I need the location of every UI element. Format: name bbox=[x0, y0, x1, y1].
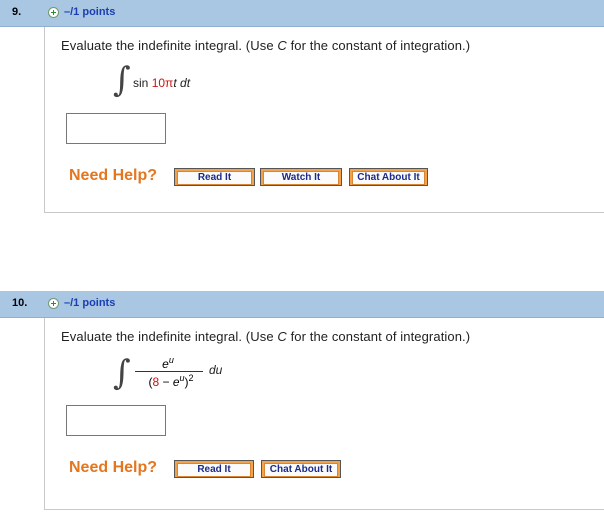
chat-about-it-button[interactable]: Chat About It bbox=[349, 168, 428, 186]
answer-input[interactable] bbox=[66, 113, 166, 144]
question-10-body: Evaluate the indefinite integral. (Use C… bbox=[44, 318, 604, 510]
chat-about-it-button[interactable]: Chat About It bbox=[261, 460, 341, 478]
fraction-numerator: eu bbox=[162, 355, 174, 371]
points-label: –/1 points bbox=[64, 297, 116, 309]
question-9-body: Evaluate the indefinite integral. (Use C… bbox=[44, 27, 604, 213]
integrand: sin 10πt dt bbox=[133, 76, 191, 90]
plus-circle-icon[interactable] bbox=[48, 298, 59, 309]
answer-input[interactable] bbox=[66, 405, 166, 436]
question-10-header: 10. –/1 points bbox=[0, 291, 604, 318]
question-prompt: Evaluate the indefinite integral. (Use C… bbox=[61, 38, 471, 53]
plus-circle-icon[interactable] bbox=[48, 7, 59, 18]
question-prompt: Evaluate the indefinite integral. (Use C… bbox=[61, 329, 471, 344]
fraction-bar bbox=[135, 371, 203, 372]
points-label: –/1 points bbox=[64, 6, 116, 18]
differential: du bbox=[209, 363, 223, 377]
read-it-button[interactable]: Read It bbox=[174, 168, 255, 186]
integral-sign-icon: ∫ bbox=[113, 353, 131, 393]
question-number: 10. bbox=[12, 297, 28, 309]
integral-sign-icon: ∫ bbox=[113, 60, 131, 100]
need-help-label: Need Help? bbox=[69, 167, 158, 184]
read-it-button[interactable]: Read It bbox=[174, 460, 254, 478]
watch-it-button[interactable]: Watch It bbox=[260, 168, 342, 186]
need-help-label: Need Help? bbox=[69, 459, 158, 476]
fraction-denominator: (8 − eu)2 bbox=[148, 373, 194, 389]
question-number: 9. bbox=[12, 6, 22, 18]
question-9-header: 9. –/1 points bbox=[0, 0, 604, 27]
